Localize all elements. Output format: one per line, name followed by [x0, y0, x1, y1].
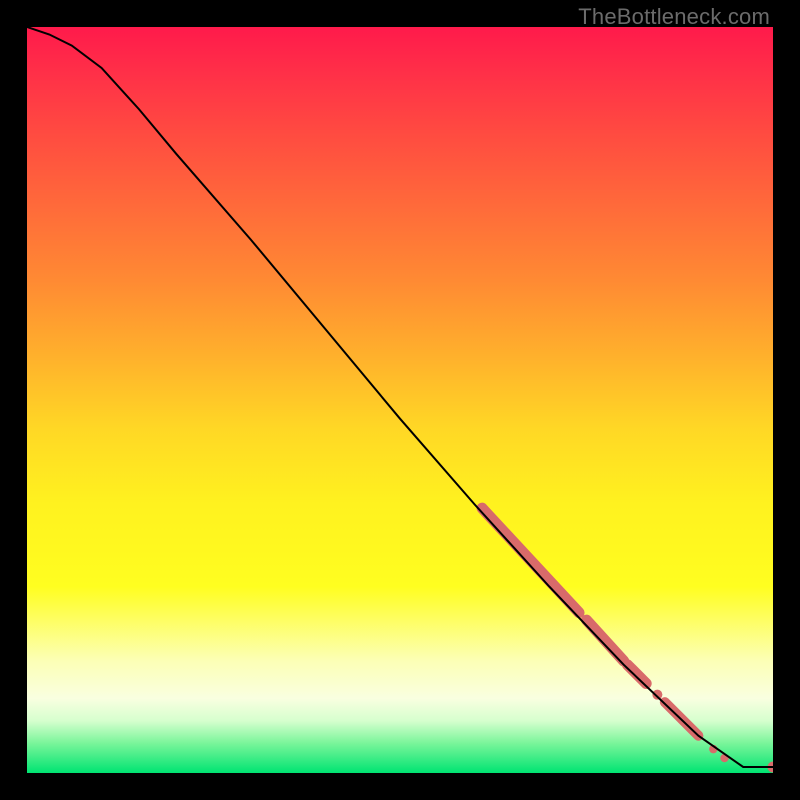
chart-svg	[27, 27, 773, 773]
marker-segment	[482, 508, 579, 612]
marker-layer	[482, 508, 773, 772]
plot-area	[27, 27, 773, 773]
curve-line	[27, 27, 773, 767]
marker-segment	[587, 620, 624, 661]
chart-stage: TheBottleneck.com	[0, 0, 800, 800]
marker-segment	[628, 665, 647, 684]
